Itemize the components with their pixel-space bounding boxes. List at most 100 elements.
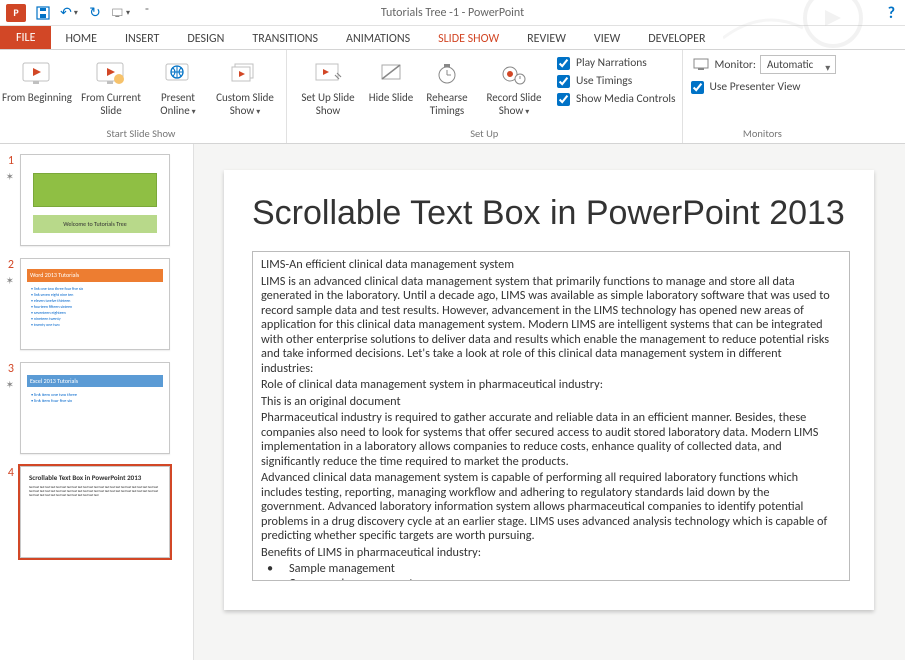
use-timings-label: Use Timings: [576, 74, 632, 88]
title-bar: P ↶▾ ↻ ▾ ⁼ Tutorials Tree -1 - PowerPoin…: [0, 0, 905, 26]
help-icon[interactable]: ?: [888, 4, 895, 23]
use-timings-checkbox[interactable]: Use Timings: [557, 74, 676, 88]
setup-slide-show-button[interactable]: Set Up Slide Show: [293, 54, 363, 117]
present-online-icon: [163, 58, 193, 90]
custom-slide-show-button[interactable]: Custom Slide Show▾: [210, 54, 280, 118]
start-from-beginning-icon[interactable]: ▾: [112, 4, 130, 22]
tab-animations[interactable]: ANIMATIONS: [332, 28, 424, 49]
thumb-3-body: • link item one two three• link item fou…: [31, 393, 163, 405]
group-set-up-label: Set Up: [293, 126, 676, 142]
from-beginning-button[interactable]: From Beginning: [2, 54, 72, 105]
hide-slide-button[interactable]: Hide Slide: [367, 54, 415, 105]
thumb-2[interactable]: Word 2013 Tutorials • link one two three…: [20, 258, 170, 350]
play-narrations-checkbox[interactable]: Play Narrations: [557, 56, 676, 70]
play-narrations-input[interactable]: [557, 57, 570, 70]
tab-design[interactable]: DESIGN: [173, 28, 238, 49]
scrollable-text-box-content[interactable]: LIMS-An efficient clinical data manageme…: [253, 252, 849, 580]
rehearse-timings-icon: [434, 58, 460, 90]
thumb-number: 1✶: [4, 154, 14, 183]
thumb-row[interactable]: 4 Scrollable Text Box in PowerPoint 2013…: [0, 464, 193, 568]
thumb-2-body: • link one two three four five six• link…: [31, 287, 163, 329]
show-media-controls-label: Show Media Controls: [576, 92, 676, 106]
record-slide-show-button[interactable]: Record Slide Show▾: [479, 54, 549, 118]
quick-access-toolbar: P ↶▾ ↻ ▾ ⁼: [0, 4, 156, 22]
monitor-row: Monitor: Automatic: [689, 58, 837, 72]
thumb-number: 4: [4, 466, 14, 480]
group-monitors-label: Monitors: [689, 126, 837, 142]
thumb-4-body: text text text text text text text text …: [29, 485, 161, 497]
record-slide-show-icon: [500, 58, 528, 90]
show-media-controls-checkbox[interactable]: Show Media Controls: [557, 92, 676, 106]
ribbon: From Beginning From Current Slide Presen…: [0, 50, 905, 144]
group-start-slide-show: From Beginning From Current Slide Presen…: [0, 50, 287, 143]
bullet-list: Sample management Compound management En…: [261, 562, 835, 580]
tab-insert[interactable]: INSERT: [111, 28, 173, 49]
thumb-2-title: Word 2013 Tutorials: [27, 269, 163, 282]
tab-slide-show[interactable]: SLIDE SHOW: [424, 28, 513, 49]
redo-icon[interactable]: ↻: [86, 4, 104, 22]
slide-editor[interactable]: Scrollable Text Box in PowerPoint 2013 L…: [194, 144, 905, 660]
main-area: 1✶ Welcome to Tutorials Tree 2✶ Word 201…: [0, 144, 905, 660]
monitor-select-value: Automatic: [760, 55, 836, 74]
slide-text: Role of clinical data management system …: [261, 378, 835, 393]
slide-thumbnails-panel: 1✶ Welcome to Tutorials Tree 2✶ Word 201…: [0, 144, 194, 660]
thumb-1-title: Welcome to Tutorials Tree: [33, 215, 157, 233]
list-item: Compound management: [263, 577, 835, 581]
ribbon-tabs: FILE HOME INSERT DESIGN TRANSITIONS ANIM…: [0, 26, 905, 50]
powerpoint-icon: P: [6, 4, 26, 22]
rehearse-timings-button[interactable]: Rehearse Timings: [419, 54, 475, 117]
scrollable-text-box[interactable]: LIMS-An efficient clinical data manageme…: [252, 251, 850, 581]
custom-slide-show-icon: [230, 58, 260, 90]
thumb-4-title: Scrollable Text Box in PowerPoint 2013: [29, 473, 141, 482]
undo-icon[interactable]: ↶▾: [60, 4, 78, 22]
from-beginning-icon: [21, 58, 53, 90]
hide-slide-icon: [378, 58, 404, 90]
slide-text: Benefits of LIMS in pharmaceutical indus…: [261, 546, 835, 561]
tab-file[interactable]: FILE: [0, 26, 51, 49]
present-online-button[interactable]: Present Online▾: [150, 54, 206, 118]
thumb-row[interactable]: 2✶ Word 2013 Tutorials • link one two th…: [0, 256, 193, 360]
hide-slide-label: Hide Slide: [369, 92, 413, 105]
thumb-number: 2✶: [4, 258, 14, 287]
slide-text: Pharmaceutical industry is required to g…: [261, 411, 835, 469]
group-start-label: Start Slide Show: [2, 126, 280, 142]
from-current-slide-icon: [95, 58, 127, 90]
tab-home[interactable]: HOME: [51, 28, 111, 49]
list-item: Sample management: [263, 562, 835, 577]
thumb-1[interactable]: Welcome to Tutorials Tree: [20, 154, 170, 246]
monitor-label: Monitor:: [715, 58, 756, 72]
save-icon[interactable]: [34, 4, 52, 22]
slide-text: Advanced clinical data management system…: [261, 471, 835, 544]
record-slide-show-label: Record Slide Show▾: [479, 92, 549, 118]
tab-developer[interactable]: DEVELOPER: [634, 28, 719, 49]
thumb-row[interactable]: 3✶ Excel 2013 Tutorials • link item one …: [0, 360, 193, 464]
thumb-4[interactable]: Scrollable Text Box in PowerPoint 2013 t…: [20, 466, 170, 558]
tab-review[interactable]: REVIEW: [513, 28, 580, 49]
from-current-slide-button[interactable]: From Current Slide: [76, 54, 146, 117]
present-online-label: Present Online▾: [150, 92, 206, 118]
slide-canvas[interactable]: Scrollable Text Box in PowerPoint 2013 L…: [224, 170, 874, 610]
tab-view[interactable]: VIEW: [580, 28, 634, 49]
rehearse-timings-label: Rehearse Timings: [419, 92, 475, 117]
slide-text: LIMS is an advanced clinical data manage…: [261, 275, 835, 377]
use-presenter-view-input[interactable]: [691, 81, 704, 94]
play-narrations-label: Play Narrations: [576, 56, 647, 70]
setup-checkboxes: Play Narrations Use Timings Show Media C…: [553, 54, 676, 106]
show-media-controls-input[interactable]: [557, 93, 570, 106]
use-presenter-view-checkbox[interactable]: Use Presenter View: [689, 80, 801, 94]
slide-text: This is an original document: [261, 395, 835, 410]
tab-transitions[interactable]: TRANSITIONS: [238, 28, 332, 49]
thumb-3[interactable]: Excel 2013 Tutorials • link item one two…: [20, 362, 170, 454]
use-presenter-view-label: Use Presenter View: [710, 80, 801, 94]
qat-customize-icon[interactable]: ⁼: [138, 4, 156, 22]
group-monitors: Monitor: Automatic Use Presenter View Mo…: [683, 50, 843, 143]
use-timings-input[interactable]: [557, 75, 570, 88]
setup-slide-show-icon: [313, 58, 343, 90]
slide-text: LIMS-An efficient clinical data manageme…: [261, 258, 835, 273]
slide-title[interactable]: Scrollable Text Box in PowerPoint 2013: [252, 194, 856, 233]
monitor-select[interactable]: Automatic: [760, 58, 836, 72]
thumb-3-title: Excel 2013 Tutorials: [27, 375, 163, 387]
thumb-row[interactable]: 1✶ Welcome to Tutorials Tree: [0, 152, 193, 256]
group-set-up: Set Up Slide Show Hide Slide Rehearse Ti…: [287, 50, 683, 143]
window-title: Tutorials Tree -1 - PowerPoint: [381, 6, 524, 20]
